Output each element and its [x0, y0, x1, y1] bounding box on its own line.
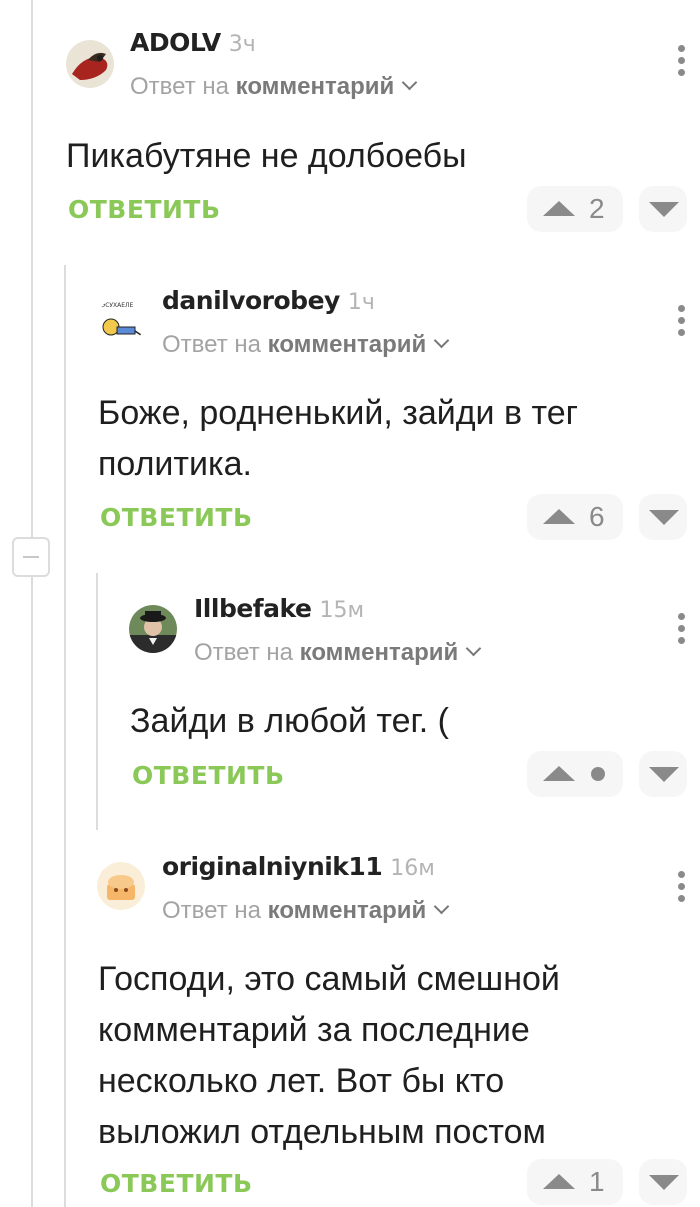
rating-count: 2 [589, 193, 605, 224]
comment-text: Зайди в любой тег. ( [130, 702, 449, 740]
comment-author[interactable]: danilvorobey 1ч [162, 286, 375, 315]
chevron-down-icon [466, 640, 482, 657]
arrow-down-icon [649, 767, 679, 782]
rating-hidden-dot [591, 767, 605, 781]
downvote-button[interactable] [639, 751, 687, 797]
comment-time: 15м [319, 598, 365, 623]
collapse-thread-button[interactable] [12, 537, 50, 577]
more-options-icon[interactable] [678, 45, 686, 81]
avatar[interactable] [129, 605, 177, 653]
comment-text: Пикабутяне не долбоебы [66, 137, 467, 175]
comment-author[interactable]: ADOLV 3ч [130, 28, 256, 57]
comment-time: 3ч [228, 32, 256, 57]
reply-button[interactable]: ОТВЕТИТЬ [132, 761, 285, 790]
thread-line-root [31, 0, 33, 1207]
upvote-button[interactable]: 2 [527, 186, 623, 232]
comment-time: 16м [390, 856, 435, 881]
reply-to-link[interactable]: Ответ на комментарий [194, 639, 482, 667]
comment-author[interactable]: originalniynik11 16м [162, 852, 435, 881]
more-options-icon[interactable] [678, 613, 686, 649]
arrow-down-icon [649, 1175, 679, 1190]
upvote-button[interactable]: 1 [527, 1159, 623, 1205]
reply-to-link[interactable]: Ответ на комментарий [130, 73, 418, 101]
rating-count: 1 [589, 1166, 605, 1197]
downvote-button[interactable] [639, 1159, 687, 1205]
reply-to-link[interactable]: Ответ на комментарий [162, 897, 450, 925]
chevron-down-icon [402, 74, 418, 91]
arrow-down-icon [649, 202, 679, 217]
reply-button[interactable]: ОТВЕТИТЬ [100, 503, 253, 532]
arrow-up-icon [543, 1174, 575, 1189]
comment-text: Господи, это самый смешной комментарий за… [98, 960, 560, 1151]
comment-author[interactable]: Illbefake 15м [194, 594, 364, 623]
avatar[interactable] [97, 862, 145, 910]
arrow-up-icon [543, 766, 575, 781]
avatar[interactable] [66, 40, 114, 88]
comment-text: Боже, родненький, зайди в тег политика. [98, 394, 579, 483]
reply-to-link[interactable]: Ответ на комментарий [162, 331, 450, 359]
rating-count: 6 [589, 501, 605, 532]
arrow-down-icon [649, 510, 679, 525]
svg-text:ЭСУХАЕЛЕ: ЭСУХАЕЛЕ [101, 302, 134, 309]
upvote-button[interactable]: 6 [527, 494, 623, 540]
arrow-up-icon [543, 201, 575, 216]
thread-line-level2 [96, 573, 98, 830]
reply-button[interactable]: ОТВЕТИТЬ [68, 195, 221, 224]
chevron-down-icon [434, 332, 450, 349]
arrow-up-icon [543, 509, 575, 524]
more-options-icon[interactable] [678, 305, 686, 341]
thread-line-level1 [64, 265, 66, 1207]
more-options-icon[interactable] [678, 871, 686, 907]
downvote-button[interactable] [639, 494, 687, 540]
downvote-button[interactable] [639, 186, 687, 232]
reply-button[interactable]: ОТВЕТИТЬ [100, 1169, 253, 1198]
avatar[interactable]: ЭСУХАЕЛЕ [97, 297, 145, 345]
chevron-down-icon [434, 898, 450, 915]
comment-time: 1ч [347, 290, 375, 315]
upvote-button[interactable] [527, 751, 623, 797]
